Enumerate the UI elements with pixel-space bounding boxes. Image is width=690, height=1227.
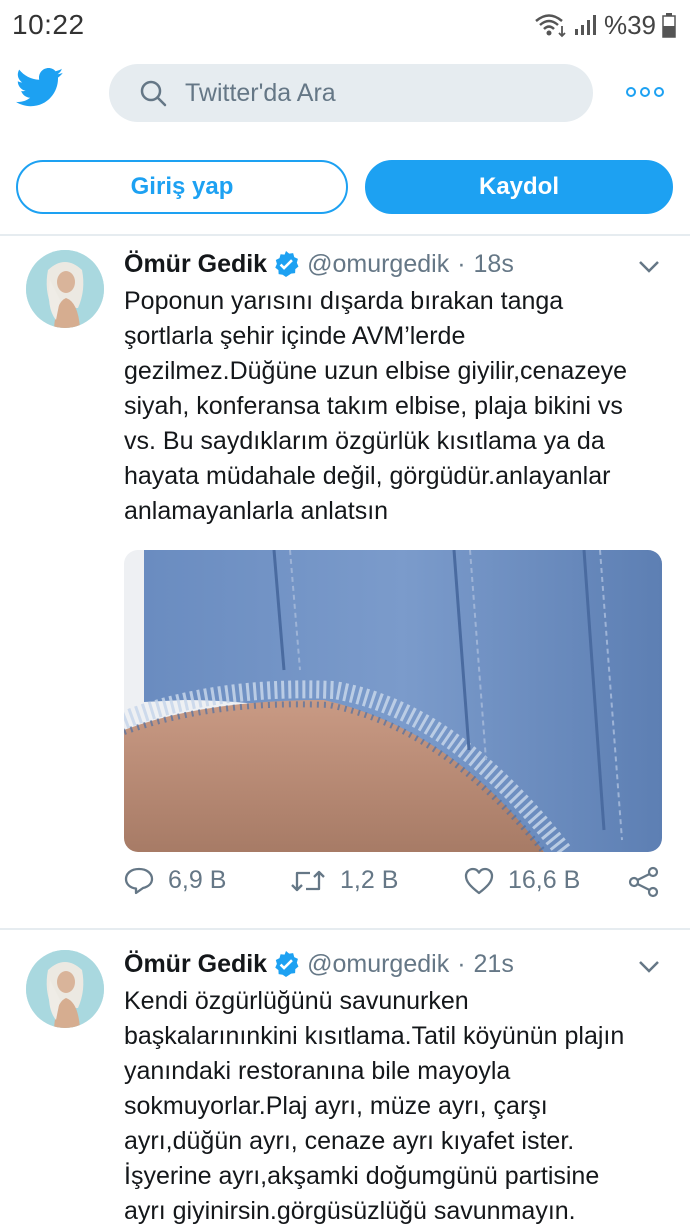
- chevron-down-icon[interactable]: [638, 260, 660, 274]
- tweet-text: Poponun yarısını dışarda bırakan tanga ş…: [124, 287, 628, 525]
- signup-button[interactable]: Kaydol: [365, 160, 673, 214]
- retweet-count: 1,2 B: [340, 866, 399, 894]
- separator: ·: [457, 249, 466, 278]
- tweet[interactable]: Ömür Gedik @omurgedik · 18s Poponun yarı…: [0, 240, 690, 930]
- tweet[interactable]: Ömür Gedik @omurgedik · 21s Kendi özgürl…: [0, 940, 690, 1227]
- author-handle[interactable]: @omurgedik: [307, 950, 449, 979]
- tweet-image[interactable]: [124, 550, 662, 852]
- share-button[interactable]: [628, 866, 660, 898]
- search-icon: [140, 80, 167, 107]
- tweet-actions: 6,9 B 1,2 B 16,6 B: [124, 866, 670, 906]
- more-icon[interactable]: [626, 84, 666, 100]
- tweet-time[interactable]: 21s: [474, 950, 514, 979]
- separator: ·: [457, 949, 466, 978]
- reply-count: 6,9 B: [168, 866, 227, 894]
- top-bar: [0, 60, 690, 128]
- tweet-time[interactable]: 18s: [474, 250, 514, 279]
- reply-icon: [124, 867, 154, 894]
- author-name[interactable]: Ömür Gedik: [124, 250, 267, 279]
- battery-percent: %39: [603, 9, 656, 40]
- heart-icon: [464, 867, 494, 894]
- wifi-icon: [535, 14, 566, 38]
- divider: [0, 928, 690, 930]
- status-time: 10:22: [12, 9, 85, 40]
- signal-icon: [574, 15, 596, 35]
- like-button[interactable]: 16,6 B: [464, 866, 580, 895]
- tweet-text: Kendi özgürlüğünü savunurken başkalarını…: [124, 987, 625, 1225]
- like-count: 16,6 B: [508, 866, 581, 894]
- chevron-down-icon[interactable]: [638, 960, 660, 974]
- share-icon: [628, 866, 659, 898]
- battery-icon: [662, 13, 676, 38]
- auth-buttons: Giriş yap Kaydol: [0, 160, 690, 216]
- author-handle[interactable]: @omurgedik: [307, 250, 449, 279]
- twitter-bird-icon[interactable]: [16, 68, 64, 108]
- tweet-header: Ömür Gedik @omurgedik · 21s: [124, 946, 664, 982]
- verified-badge-icon: [275, 951, 299, 977]
- author-name[interactable]: Ömür Gedik: [124, 950, 267, 979]
- divider: [0, 234, 690, 236]
- tweet-header: Ömür Gedik @omurgedik · 18s: [124, 246, 664, 282]
- avatar[interactable]: [26, 250, 104, 328]
- search-input[interactable]: [185, 78, 565, 108]
- retweet-icon: [291, 870, 325, 891]
- login-button[interactable]: Giriş yap: [16, 160, 348, 214]
- reply-button[interactable]: 6,9 B: [124, 866, 226, 895]
- retweet-button[interactable]: 1,2 B: [290, 866, 398, 895]
- search-box[interactable]: [109, 64, 593, 122]
- status-icons: %39: [534, 10, 676, 41]
- verified-badge-icon: [275, 251, 299, 277]
- avatar[interactable]: [26, 950, 104, 1028]
- status-bar: 10:22 %39: [0, 0, 690, 50]
